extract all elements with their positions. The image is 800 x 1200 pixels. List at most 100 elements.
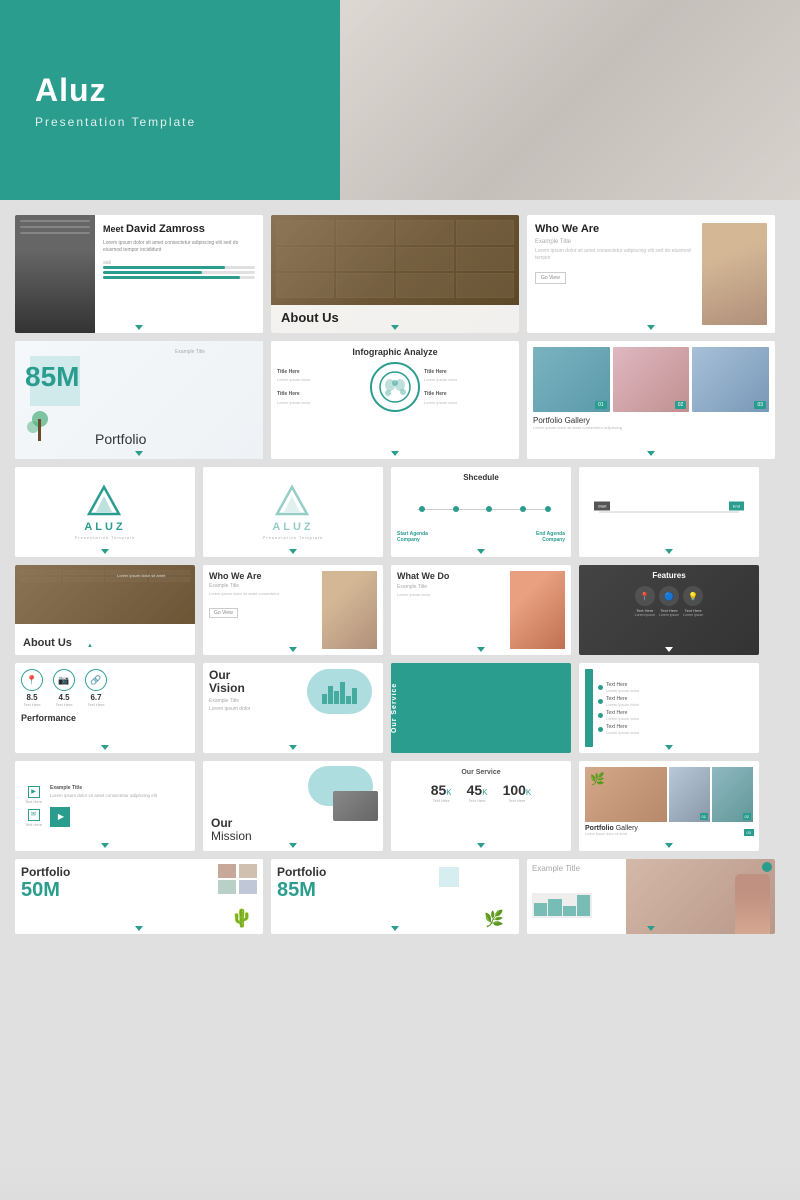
play-button[interactable]: ▶ [50,807,70,827]
gallery-img-1: 01 [533,347,610,412]
portfolio-r7-1[interactable]: Portfolio 50M 🌵 [15,859,263,934]
portfolio-r7-title-2: Portfolio [277,865,513,879]
perf-item-1: 📍 8.5 Text Here [21,669,43,707]
infographic-slide[interactable]: Infographic Analyze Title Here Lorem ips… [271,341,519,459]
portfolio-gallery-slide[interactable]: 01 02 03 Portfolio Gallery Lorem ipsum d… [527,341,775,459]
features-slide[interactable]: Features 📍 Text Here Lorem ipsum 🔵 Text … [579,565,759,655]
stat-label-1: Text Here [431,798,452,803]
slides-grid: Meet David Zamross Lorem ipsum dolor sit… [0,200,800,1200]
mission-slide[interactable]: OurMission [203,761,383,851]
about-small-slide[interactable]: Lorem ipsum dolor sit amet About Us ▲ [15,565,195,655]
service-dot-1 [598,685,603,690]
aluz-logo-inner-2: ALUZ Presentation Template [203,467,383,557]
slide-footer [391,325,399,330]
perf-num-3: 6.7 [85,693,107,702]
vision-slide[interactable]: OurVision Example Title Lorem ipsum dolo… [203,663,383,753]
who-inner: Who We Are Example Title Lorem ipsum dol… [527,215,775,333]
aluz-logo-slide-2[interactable]: ALUZ Presentation Template [203,467,383,557]
gallery-row5-slide[interactable]: 🌿 01 02 Portfolio Gallery Lorem ipsum do… [579,761,759,851]
slide-footer [647,926,655,931]
aluz-logo-text-2: ALUZ [272,521,313,533]
feature-text-2: Lorem ipsum [659,613,679,617]
performance-slide[interactable]: 📍 8.5 Text Here 📷 4.5 Text Here 🔗 6.7 Te… [15,663,195,753]
what-we-do-slide[interactable]: What We Do Example Title Lorem ipsum dol… [391,565,571,655]
who-we-are-slide[interactable]: Who We Are Example Title Lorem ipsum dol… [527,215,775,333]
skill-bar-1 [103,266,255,269]
vision-title: OurVision [209,669,302,695]
about-title: About Us [281,310,509,325]
portfolio-r7-3[interactable]: Example Title [527,859,775,934]
slide-footer [647,325,655,330]
who-small-title: Who We Are [209,571,318,581]
window-bar [20,577,61,582]
window-bar [456,273,514,298]
service-item-content-4: Text Here Lorem ipsum dolor [606,724,639,735]
schedule-slide[interactable]: Shcedule Start Agenda Company End Agenda… [391,467,571,557]
who-content: Who We Are Example Title Lorem ipsum dol… [535,223,697,325]
small-image-grid [218,864,258,894]
about-us-slide[interactable]: About Us [271,215,519,333]
service-items-inner: Text Here Lorem ipsum dolor Text Here Lo… [579,663,759,753]
who-photo-inner [702,223,767,325]
perf-icon-3: 🔗 [85,669,107,691]
infographic-item-label-2: Title Here [277,391,366,399]
portfolio-slide[interactable]: 85M Portfolio Example Title [15,341,263,459]
person-silhouette [15,215,95,333]
service-list: Text Here Lorem ipsum dolor Text Here Lo… [598,669,753,747]
about-window-bars [15,565,195,594]
skill-label: Skill [103,260,255,265]
window-bar [276,247,334,272]
gallery-r5-text: Lorem ipsum dolor sit amet [585,832,753,836]
who-small-content: Who We Are Example Title Lorem ipsum dol… [209,571,318,649]
features-grid: 📍 Text Here Lorem ipsum 🔵 Text Here Lore… [585,586,753,617]
about-small-inner: Lorem ipsum dolor sit amet About Us ▲ [15,565,195,655]
portfolio-number: 85M [25,361,79,393]
who-small-btn[interactable]: Go View [209,608,238,618]
chart-bar-1 [322,694,327,704]
infographic-item-text-2: Lorem ipsum dolor [277,400,366,406]
perf-num-2: 4.5 [53,693,75,702]
service-item-content: Text Here Lorem ipsum dolor [606,682,639,693]
gallery-inner: 01 02 03 Portfolio Gallery Lorem ipsum d… [527,341,775,459]
ourservice-vertical-slide[interactable]: Our Service [391,663,571,753]
aluz-tagline-2: Presentation Template [263,535,324,540]
gallery-img-2: 02 [613,347,690,412]
gallery-images: 01 02 03 [533,347,769,412]
infographic-item-text-r1: Lorem ipsum dolor [424,377,513,383]
slide-indicator [665,745,673,750]
whatwedo-text: Lorem ipsum dolor [397,592,506,598]
infographic-item-text: Lorem ipsum dolor [277,377,366,383]
slide-inner: Meet David Zamross Lorem ipsum dolor sit… [15,215,263,333]
stat-item-3: 100K Text Here [503,782,532,803]
slide-footer [665,745,673,750]
about-inner: About Us [271,215,519,333]
slide-indicator [391,926,399,931]
profile-slide[interactable]: Meet David Zamross Lorem ipsum dolor sit… [15,215,263,333]
gallery-r5-title: Portfolio Gallery [585,825,753,832]
slide-footer [101,745,109,750]
service-items-slide[interactable]: Text Here Lorem ipsum dolor Text Here Lo… [579,663,759,753]
small-icon-label-2: Text Here [25,822,42,827]
who-btn[interactable]: Go View [535,272,566,284]
infographic-item-label: Title Here [277,369,366,377]
schedule-detail-slide[interactable]: End Start [579,467,759,557]
slide-row-4: Lorem ipsum dolor sit amet About Us ▲ Wh… [15,565,785,655]
gallery-r5-img-1: 🌿 [585,767,667,822]
slide-footer [135,926,143,931]
mission-title: OurMission [211,817,252,843]
timeline-dot-1 [419,506,425,512]
portfolio-r7-2[interactable]: Portfolio 85M 🌿 [271,859,519,934]
detail-timeline-line: End Start [599,512,739,513]
header-marble [340,0,800,200]
small-icons-slide[interactable]: ▶ Text Here ✉ Text Here Example Title Lo… [15,761,195,851]
aluz-logo-slide-1[interactable]: ALUZ Presentation Template [15,467,195,557]
infographic-title: Infographic Analyze [277,347,513,357]
vision-text: Lorem ipsum dolor [209,706,302,713]
chart-bar-5 [346,696,351,704]
slide-row-6: ▶ Text Here ✉ Text Here Example Title Lo… [15,761,785,851]
cloud-shape [307,669,372,714]
slide-indicator [289,549,297,554]
gallery-r5-img-3: 02 [712,767,753,822]
service-stats-slide[interactable]: Our Service 85K Text Here 45K Text Here … [391,761,571,851]
who-small-slide[interactable]: Who We Are Example Title Lorem ipsum dol… [203,565,383,655]
